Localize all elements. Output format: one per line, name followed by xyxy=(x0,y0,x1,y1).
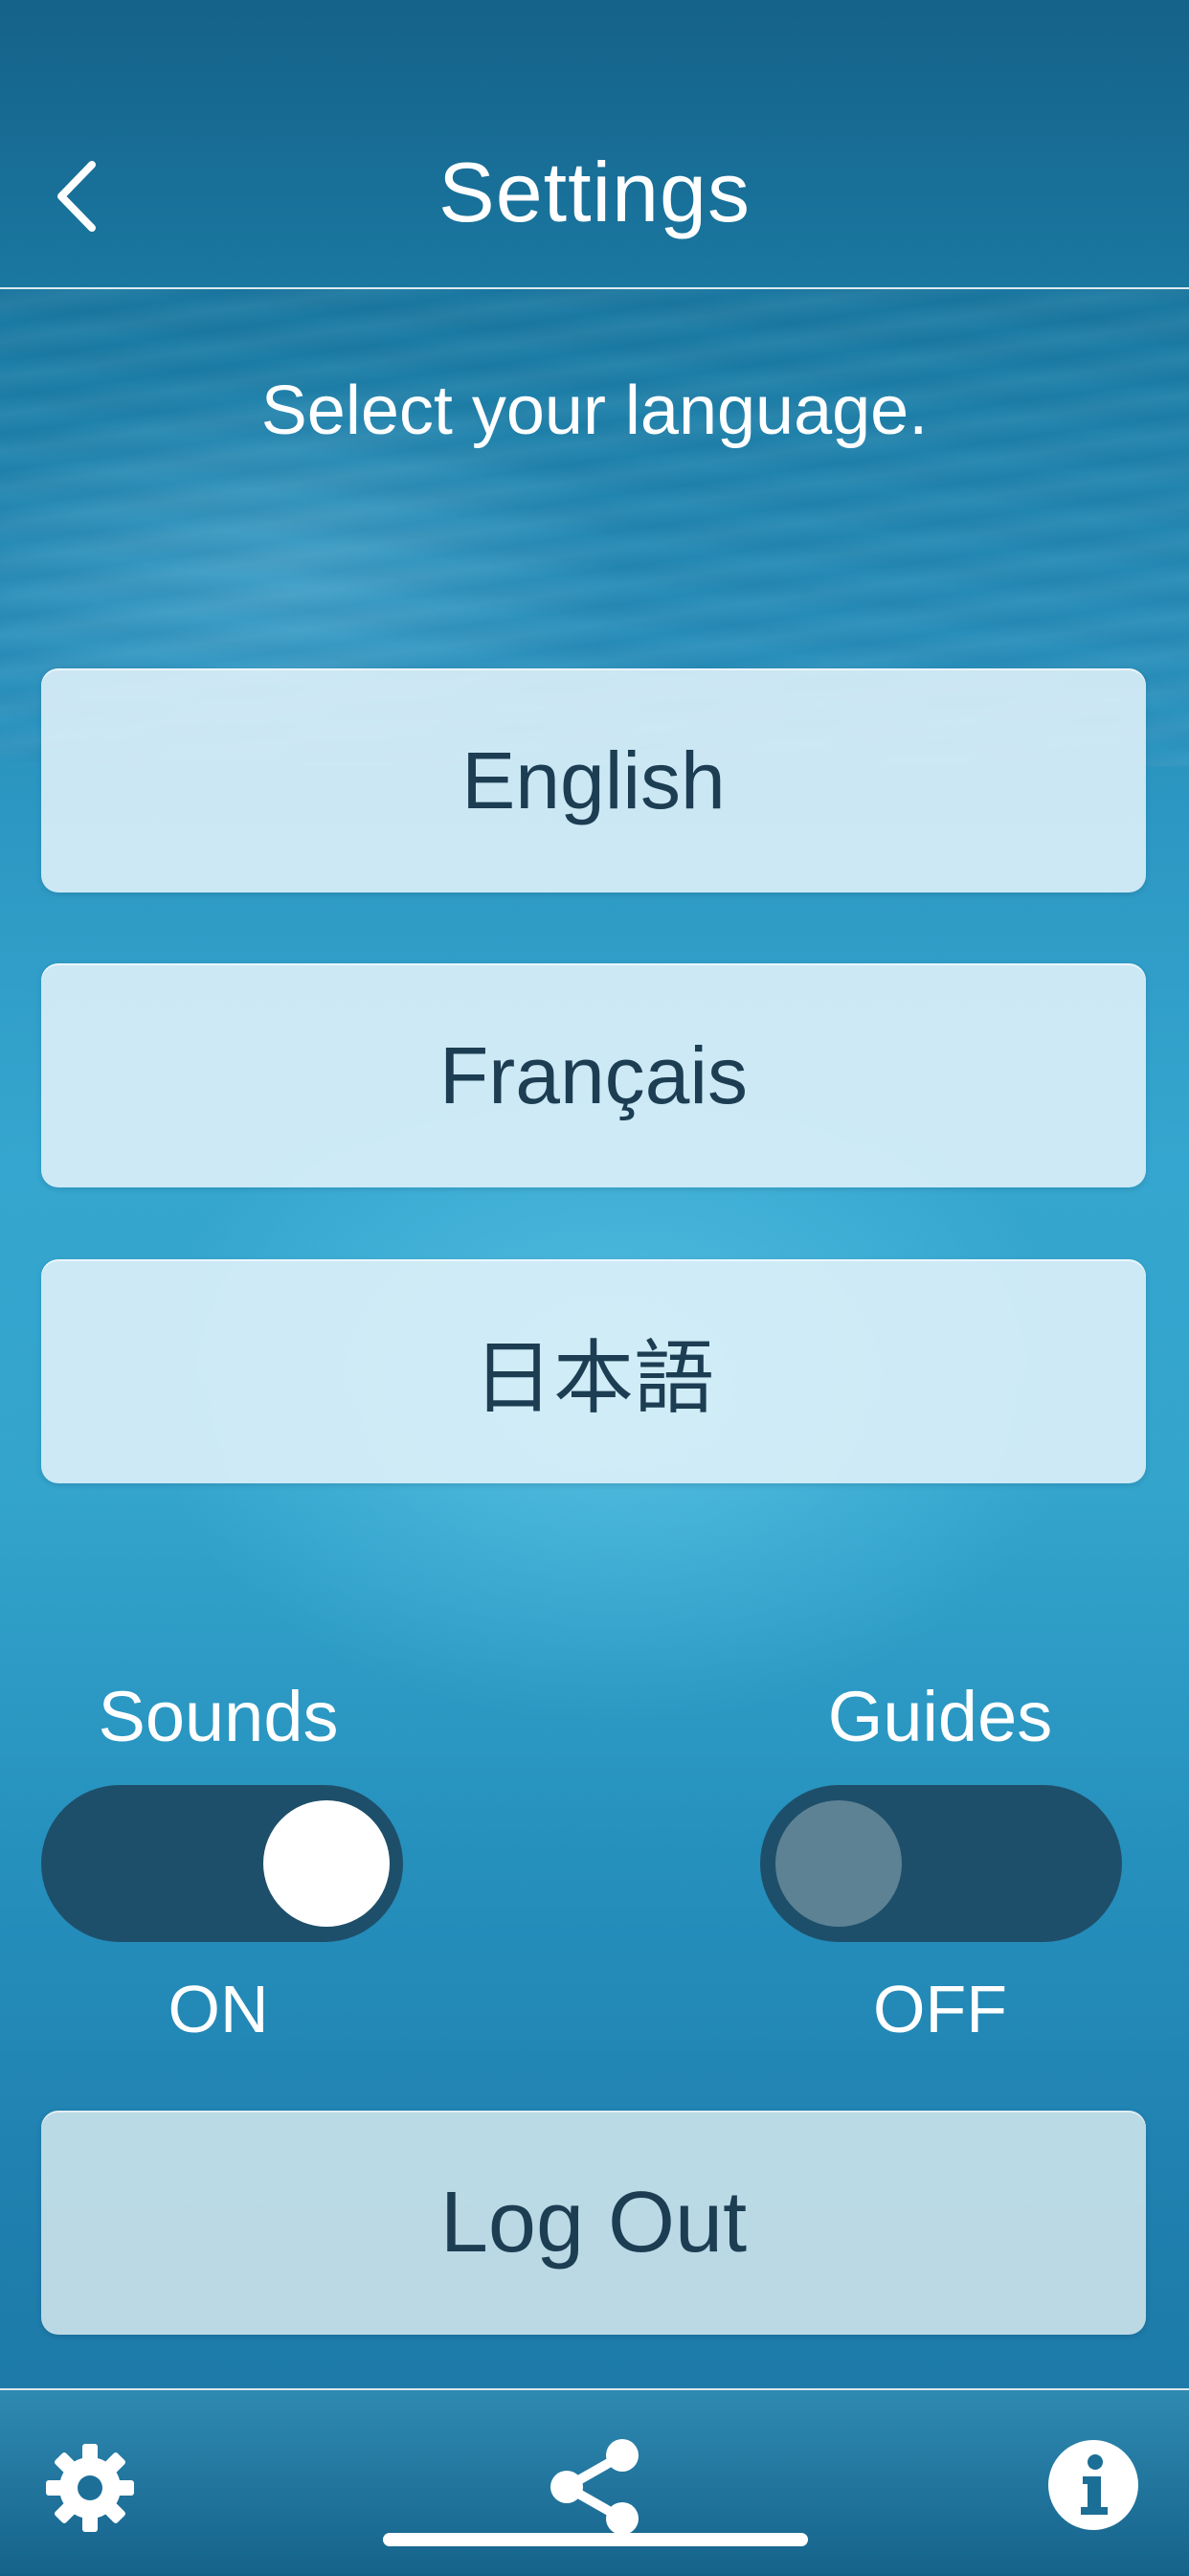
settings-tab[interactable] xyxy=(42,2440,138,2541)
info-tab[interactable] xyxy=(1046,2438,1140,2537)
language-prompt: Select your language. xyxy=(260,373,929,449)
home-indicator[interactable] xyxy=(383,2533,808,2546)
header: Settings xyxy=(0,0,1189,289)
info-icon xyxy=(1048,2440,1138,2530)
sounds-label: Sounds xyxy=(98,1677,339,1756)
language-button-english[interactable]: English xyxy=(41,668,1146,893)
bottom-tab-bar xyxy=(0,2388,1189,2576)
guides-toggle-knob xyxy=(775,1800,902,1927)
share-icon xyxy=(550,2439,639,2535)
guides-toggle[interactable] xyxy=(760,1785,1122,1942)
logout-button[interactable]: Log Out xyxy=(41,2111,1146,2335)
gear-icon xyxy=(46,2444,134,2532)
language-button-french[interactable]: Français xyxy=(41,963,1146,1187)
share-tab[interactable] xyxy=(544,2436,645,2542)
page-title: Settings xyxy=(438,145,751,239)
guides-state: OFF xyxy=(873,1972,1007,2046)
guides-label: Guides xyxy=(827,1677,1053,1756)
sounds-state: ON xyxy=(168,1972,269,2046)
sounds-toggle[interactable] xyxy=(41,1785,403,1942)
language-button-japanese[interactable]: 日本語 xyxy=(41,1259,1146,1483)
sounds-toggle-knob xyxy=(263,1800,390,1927)
